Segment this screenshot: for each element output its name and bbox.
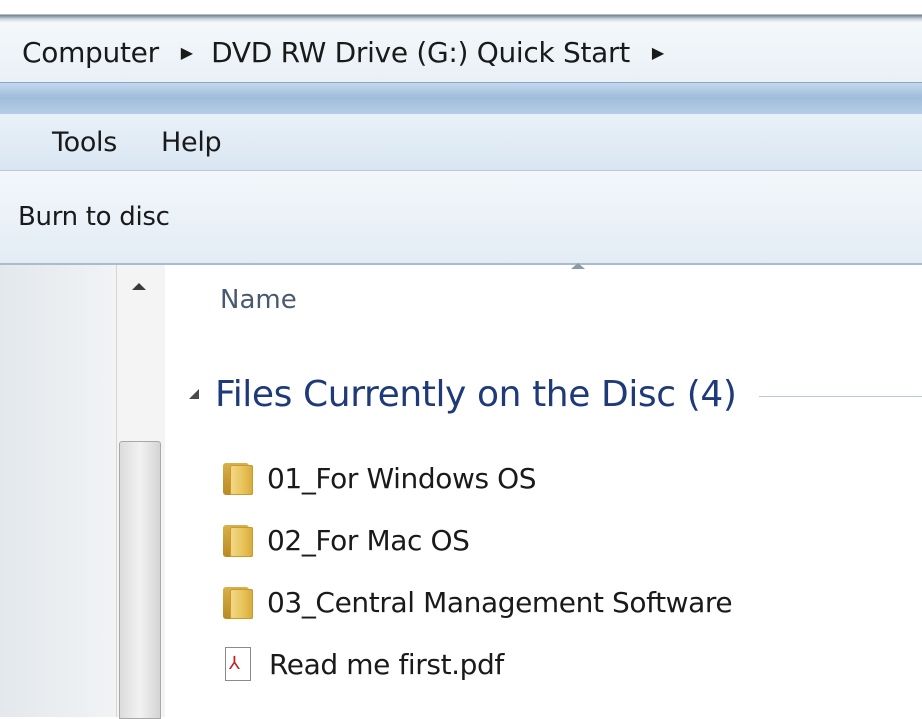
scroll-thumb[interactable] [119, 441, 161, 719]
toolbar-band [0, 82, 922, 115]
command-bar: Burn to disc [0, 171, 922, 265]
column-header-name[interactable]: Name [220, 285, 297, 315]
file-name: 02_For Mac OS [267, 523, 470, 557]
folder-icon [223, 523, 253, 557]
address-bar[interactable]: Computer ▶ DVD RW Drive (G:) Quick Start… [0, 22, 922, 82]
list-item[interactable]: 03_Central Management Software [223, 571, 733, 633]
file-list: 01_For Windows OS 02_For Mac OS 03_Centr… [223, 447, 733, 695]
burn-to-disc-button[interactable]: Burn to disc [18, 202, 170, 232]
menu-bar: Tools Help [0, 114, 922, 171]
file-name: Read me first.pdf [269, 647, 504, 681]
group-header[interactable]: Files Currently on the Disc (4) [189, 371, 922, 417]
breadcrumb-arrow-icon[interactable]: ▶ [652, 43, 664, 62]
breadcrumb-dvd-drive[interactable]: DVD RW Drive (G:) Quick Start [211, 36, 630, 69]
folder-icon [223, 461, 253, 495]
group-divider [758, 395, 922, 397]
file-list-pane: Name Files Currently on the Disc (4) 01_… [165, 263, 922, 717]
sort-ascending-icon [571, 263, 585, 269]
menu-tools[interactable]: Tools [52, 127, 117, 158]
pdf-file-icon: ⅄ [225, 647, 251, 681]
window-top-edge [0, 0, 922, 22]
breadcrumb-computer[interactable]: Computer [22, 36, 159, 69]
group-title: Files Currently on the Disc (4) [215, 373, 737, 415]
scroll-up-arrow-icon[interactable] [132, 283, 146, 290]
file-name: 01_For Windows OS [267, 461, 537, 495]
file-name: 03_Central Management Software [267, 585, 733, 619]
navigation-pane[interactable] [0, 265, 116, 717]
menu-help[interactable]: Help [161, 127, 222, 158]
list-item[interactable]: 01_For Windows OS [223, 447, 732, 509]
navigation-scrollbar[interactable] [116, 265, 166, 719]
collapse-triangle-icon[interactable] [189, 389, 199, 399]
list-item[interactable]: ⅄ Read me first.pdf [223, 633, 732, 695]
folder-icon [223, 585, 253, 619]
breadcrumb-arrow-icon[interactable]: ▶ [181, 43, 193, 62]
list-item[interactable]: 02_For Mac OS [223, 509, 732, 571]
